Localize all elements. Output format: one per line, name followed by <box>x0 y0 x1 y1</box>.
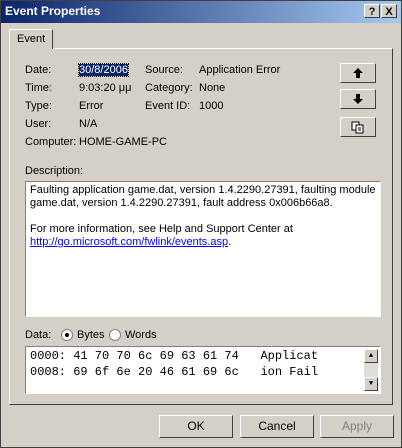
source-value: Application Error <box>199 64 281 76</box>
description-line-2: game.dat, version 1.4.2290.27391, fault … <box>30 197 333 209</box>
computer-value: HOME-GAME-PC <box>79 136 167 148</box>
link-suffix: . <box>228 236 232 248</box>
category-value: None <box>199 82 226 94</box>
scroll-up-arrow-icon[interactable]: ▲ <box>364 349 378 363</box>
ok-button[interactable]: OK <box>159 415 233 438</box>
arrow-down-icon <box>353 94 363 104</box>
copy-button[interactable] <box>340 117 376 137</box>
eventid-value: 1000 <box>199 100 224 112</box>
type-value: Error <box>79 100 104 112</box>
words-label[interactable]: Words <box>125 329 157 341</box>
date-label: Date: <box>25 64 52 76</box>
arrow-up-icon <box>353 68 363 78</box>
description-box[interactable]: Faulting application game.dat, version 1… <box>25 181 381 317</box>
tab-event[interactable]: Event <box>9 29 53 49</box>
eventid-label: Event ID: <box>145 100 191 112</box>
data-scrollbar[interactable]: ▲ ▼ <box>364 349 378 391</box>
apply-button[interactable]: Apply <box>320 415 394 438</box>
words-radio[interactable] <box>109 329 121 341</box>
category-label: Category: <box>145 82 193 94</box>
scroll-down-arrow-icon[interactable]: ▼ <box>364 377 378 391</box>
tab-event-label: Event <box>17 33 46 45</box>
data-label: Data: <box>25 329 52 341</box>
description-label: Description: <box>25 165 84 177</box>
event-properties-window: Event Properties ? X Event Date: 30/8/20… <box>0 0 402 448</box>
source-label: Source: <box>145 64 183 76</box>
copy-icon <box>351 121 364 134</box>
close-button[interactable]: X <box>381 4 397 18</box>
next-event-button[interactable] <box>340 89 376 109</box>
bytes-radio[interactable] <box>61 329 73 341</box>
data-line-1: 0000: 41 70 70 6c 69 63 61 74 Applicat <box>30 349 319 363</box>
description-line-3: For more information, see Help and Suppo… <box>30 223 293 235</box>
time-value: 9:03:20 μμ <box>79 82 132 94</box>
help-link[interactable]: http://go.microsoft.com/fwlink/events.as… <box>30 236 228 248</box>
time-label: Time: <box>25 82 53 94</box>
previous-event-button[interactable] <box>340 63 376 83</box>
description-link-line: http://go.microsoft.com/fwlink/events.as… <box>30 236 376 249</box>
title-bar[interactable]: Event Properties ? X <box>1 1 401 23</box>
computer-label: Computer: <box>25 136 77 148</box>
user-value: N/A <box>79 118 98 130</box>
data-line-2: 0008: 69 6f 6e 20 46 61 69 6c ion Fail <box>30 365 319 379</box>
help-button[interactable]: ? <box>364 4 380 18</box>
window-title: Event Properties <box>5 4 101 18</box>
data-box[interactable]: 0000: 41 70 70 6c 69 63 61 74 Applicat 0… <box>25 346 381 394</box>
type-label: Type: <box>25 100 52 112</box>
description-line-1: Faulting application game.dat, version 1… <box>30 184 376 196</box>
cancel-button[interactable]: Cancel <box>240 415 314 438</box>
user-label: User: <box>25 118 52 130</box>
bytes-label[interactable]: Bytes <box>77 329 105 341</box>
date-value[interactable]: 30/8/2006 <box>78 63 129 77</box>
